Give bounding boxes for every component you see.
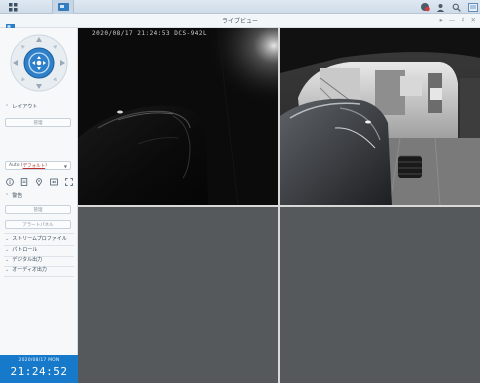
location-pin-icon[interactable] <box>35 177 44 186</box>
layout-manage-button[interactable]: 管理 <box>5 118 71 127</box>
camera-2-image <box>280 28 480 205</box>
camera-osd-timestamp: 2020/08/17 21:24:53 DCS-942L <box>92 30 208 37</box>
chevron-down-icon: ⌄ <box>5 246 10 253</box>
stream-profile-section[interactable]: ⌄ ストリームプロファイル <box>5 235 67 243</box>
rewind-icon[interactable] <box>49 177 58 186</box>
live-view-grid: 2020/08/17 21:24:53 DCS-942L <box>78 28 480 383</box>
info-icon[interactable] <box>5 177 14 186</box>
chevron-down-icon: ⌄ <box>5 256 10 263</box>
play-icon[interactable]: ▸ <box>440 16 443 24</box>
layout-tools <box>5 177 73 186</box>
chevron-down-icon: ⌄ <box>5 266 10 273</box>
camera-slot-3-empty[interactable] <box>78 207 278 383</box>
user-icon[interactable] <box>435 2 446 13</box>
alerts-section-header[interactable]: ⌃ 警告 <box>5 192 22 200</box>
alert-panel-button[interactable]: アラートパネル <box>5 220 71 229</box>
camera-slot-4-empty[interactable] <box>280 207 480 383</box>
taskbar <box>0 0 480 14</box>
surveillance-app-icon[interactable] <box>52 0 74 14</box>
camera-1-feed[interactable]: 2020/08/17 21:24:53 DCS-942L <box>78 28 278 205</box>
search-icon[interactable] <box>451 2 462 13</box>
ptz-control[interactable] <box>10 34 68 92</box>
pin-icon[interactable]: ♯ <box>461 16 464 24</box>
alerts-manage-button[interactable]: 管理 <box>5 205 71 214</box>
clock-widget: 2020/08/17 MON 21:24:52 <box>0 355 78 383</box>
digital-output-section[interactable]: ⌄ デジタル出力 <box>5 256 42 264</box>
divider <box>4 233 74 234</box>
camera-2-feed[interactable] <box>280 28 480 205</box>
chevron-down-icon: ▼ <box>63 164 67 169</box>
layout-section-header[interactable]: ⌃ レイアウト <box>5 103 37 111</box>
chevron-up-icon: ⌃ <box>5 103 10 110</box>
document-icon[interactable] <box>20 177 29 186</box>
minimize-icon[interactable]: — <box>449 16 456 24</box>
widgets-icon[interactable] <box>467 2 478 13</box>
notification-icon[interactable] <box>419 2 430 13</box>
divider <box>4 276 74 277</box>
window-titlebar: ライブビュー ▸ — ♯ ✕ <box>0 14 480 32</box>
audio-output-section[interactable]: ⌄ オーディオ出力 <box>5 266 47 274</box>
close-icon[interactable]: ✕ <box>471 16 476 24</box>
clock-date: 2020/08/17 MON <box>18 358 60 363</box>
sidebar: ⌃ レイアウト 管理 Auto (デフォルト) ▼ ⌃ 警告 管理 アラートパネ… <box>0 28 78 383</box>
clock-time: 21:24:52 <box>10 365 68 378</box>
main-menu-grid-icon[interactable] <box>2 0 24 14</box>
patrol-section[interactable]: ⌄ パトロール <box>5 246 37 254</box>
fullscreen-icon[interactable] <box>64 177 73 186</box>
camera-1-image <box>78 28 278 205</box>
layout-select[interactable]: Auto (デフォルト) ▼ <box>5 161 71 170</box>
desktop: ライブビュー ▸ — ♯ ✕ ⌃ レイアウト 管理 Auto (デフォルト)… <box>0 0 480 383</box>
chevron-down-icon: ⌄ <box>5 235 10 242</box>
window-title: ライブビュー <box>221 18 258 25</box>
chevron-up-icon: ⌃ <box>5 192 10 199</box>
